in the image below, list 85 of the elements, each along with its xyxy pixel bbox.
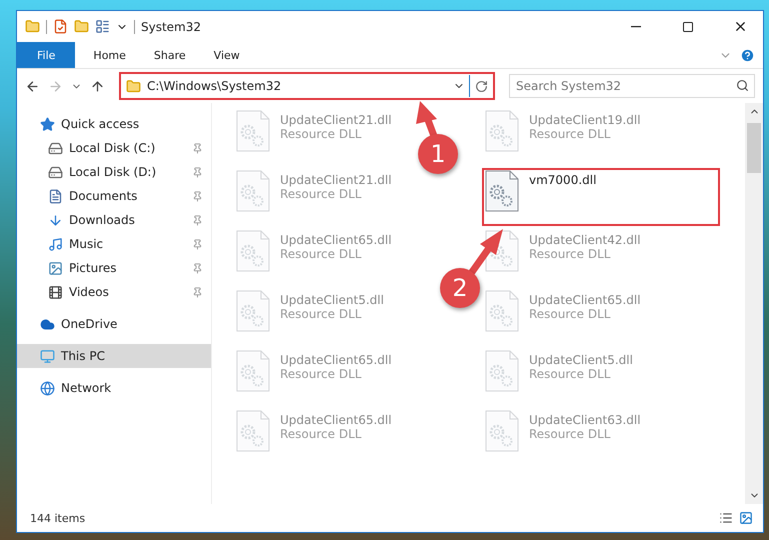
gear-file-icon (236, 410, 270, 452)
sidebar-item[interactable]: Network (17, 376, 211, 400)
gear-file-icon (485, 290, 519, 332)
download-icon (48, 212, 63, 228)
file-item[interactable]: vm7000.dll (482, 168, 720, 226)
minimize-icon (631, 26, 641, 28)
gear-file-icon (485, 110, 519, 152)
pin-icon[interactable] (192, 214, 203, 226)
file-name: UpdateClient63.dll (529, 413, 641, 427)
gear-file-icon (236, 230, 270, 272)
annotation-arrow (468, 229, 503, 276)
ribbon-tab[interactable]: Share (140, 42, 200, 68)
scroll-thumb[interactable] (747, 123, 761, 173)
pin-icon[interactable] (192, 262, 203, 274)
gear-file-icon (485, 410, 519, 452)
item-count: 144 items (30, 512, 86, 524)
forward-arrow-icon (48, 78, 63, 94)
file-type: Resource DLL (529, 367, 612, 381)
address-bar[interactable]: C:\Windows\System32 (119, 72, 495, 100)
gear-file-icon (236, 290, 270, 332)
file-type: Resource DLL (529, 427, 612, 441)
sidebar-item[interactable]: Quick access (17, 112, 211, 136)
help-icon[interactable] (740, 48, 755, 62)
scrollbar[interactable] (745, 103, 763, 504)
file-name: UpdateClient65.dll (280, 413, 392, 427)
pin-icon[interactable] (192, 190, 203, 202)
file-type: Resource DLL (280, 367, 362, 381)
pictures-icon (48, 260, 63, 276)
pin-icon[interactable] (192, 238, 203, 250)
file-name: UpdateClient42.dll (529, 233, 641, 247)
details-view-icon[interactable] (719, 511, 733, 525)
pin-icon[interactable] (192, 142, 203, 154)
file-name: UpdateClient65.dll (529, 293, 641, 307)
sidebar-item[interactable]: This PC (17, 344, 211, 368)
pin-icon[interactable] (192, 166, 203, 178)
sidebar-item[interactable]: Local Disk (D:) (17, 160, 211, 184)
star-icon (40, 116, 55, 132)
gear-file-icon (236, 350, 270, 392)
file-name: UpdateClient21.dll (280, 113, 392, 127)
gear-file-icon (485, 170, 519, 212)
new-folder-icon[interactable] (74, 19, 89, 34)
maximize-icon (682, 20, 694, 32)
sidebar-item[interactable]: Pictures (17, 256, 211, 280)
network-icon (40, 380, 55, 396)
search-icon[interactable] (736, 79, 749, 92)
gear-file-icon (236, 170, 270, 212)
gear-file-icon (485, 350, 519, 392)
ribbon-tab[interactable]: Home (79, 42, 140, 68)
docs-icon (48, 188, 63, 204)
file-name: UpdateClient19.dll (529, 113, 641, 127)
music-icon (48, 236, 63, 252)
sidebar-item[interactable]: OneDrive (17, 312, 211, 336)
file-type: Resource DLL (280, 127, 362, 141)
file-type: Resource DLL (280, 307, 362, 321)
file-type: Resource DLL (529, 307, 612, 321)
file-type: Resource DLL (280, 187, 362, 201)
cloud-icon (40, 316, 55, 332)
file-name: UpdateClient5.dll (529, 353, 633, 367)
file-name: vm7000.dll (529, 173, 596, 187)
pin-icon[interactable] (192, 286, 203, 298)
sidebar-item[interactable]: Music (17, 232, 211, 256)
window-title: System32 (141, 20, 202, 34)
file-name: UpdateClient65.dll (280, 353, 392, 367)
search-field[interactable]: Search System32 (509, 74, 755, 98)
folder-icon (126, 78, 141, 94)
sidebar-item[interactable]: Downloads (17, 208, 211, 232)
sidebar-item[interactable]: Documents (17, 184, 211, 208)
file-name: UpdateClient5.dll (280, 293, 384, 307)
pc-icon (40, 348, 55, 364)
sidebar-item[interactable]: Videos (17, 280, 211, 304)
ribbon-tab[interactable]: View (200, 42, 254, 68)
file-type: Resource DLL (529, 127, 612, 141)
file-menu-button[interactable]: File (17, 42, 76, 68)
file-type: Resource DLL (280, 427, 362, 441)
file-type: Resource DLL (280, 247, 362, 261)
refresh-icon (475, 80, 488, 92)
folder-icon[interactable] (25, 19, 40, 34)
checked-document-icon[interactable] (53, 19, 68, 34)
gear-file-icon (236, 110, 270, 152)
file-name: UpdateClient21.dll (280, 173, 392, 187)
large-icons-view-icon[interactable] (739, 511, 753, 525)
videos-icon (48, 284, 63, 300)
file-type: Resource DLL (529, 247, 612, 261)
file-name: UpdateClient65.dll (280, 233, 392, 247)
sidebar-item[interactable]: Local Disk (C:) (17, 136, 211, 160)
